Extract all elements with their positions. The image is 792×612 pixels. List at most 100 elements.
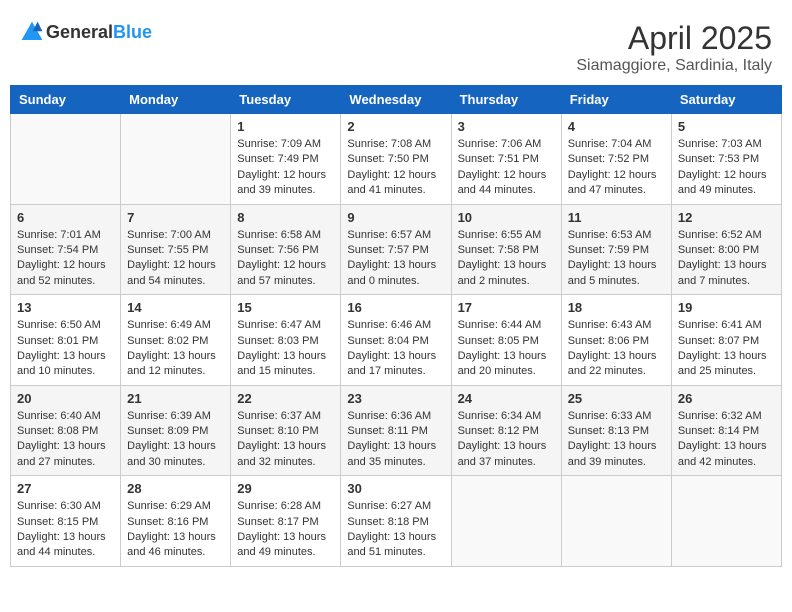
logo-blue-text: Blue [113,22,152,42]
cell-content: Sunrise: 7:01 AMSunset: 7:54 PMDaylight:… [17,228,114,290]
calendar-cell: 16 Sunrise: 6:46 AMSunset: 8:04 PMDayligh… [341,295,451,386]
calendar-cell: 26Sunrise: 6:32 AMSunset: 8:14 PMDayligh… [671,385,781,476]
cell-content: Sunrise: 7:03 AMSunset: 7:53 PMDaylight:… [678,137,775,199]
calendar-week-row: 6Sunrise: 7:01 AMSunset: 7:54 PMDaylight… [11,204,782,295]
cell-content: Sunrise: 6:41 AMSunset: 8:07 PMDaylight:… [678,318,775,380]
cell-content: Sunrise: 6:55 AMSunset: 7:58 PMDaylight:… [458,228,555,290]
calendar-cell: 24 Sunrise: 6:34 AMSunset: 8:12 PMDayligh… [451,385,561,476]
calendar-cell: 21Sunrise: 6:39 AMSunset: 8:09 PMDayligh… [121,385,231,476]
calendar-cell: 15Sunrise: 6:47 AMSunset: 8:03 PMDayligh… [231,295,341,386]
day-number: 5 [678,119,775,134]
calendar-cell: 30 Sunrise: 6:27 AMSunset: 8:18 PMDayligh… [341,476,451,567]
calendar-cell: 11 Sunrise: 6:53 AMSunset: 7:59 PMDayligh… [561,204,671,295]
day-number: 18 [568,300,665,315]
calendar-week-row: 20 Sunrise: 6:40 AMSunset: 8:08 PMDayligh… [11,385,782,476]
location-subtitle: Siamaggiore, Sardinia, Italy [576,57,772,75]
cell-content: Sunrise: 6:34 AMSunset: 8:12 PMDaylight:… [458,409,555,471]
calendar-cell: 12 Sunrise: 6:52 AMSunset: 8:00 PMDayligh… [671,204,781,295]
calendar-cell: 13 Sunrise: 6:50 AMSunset: 8:01 PMDayligh… [11,295,121,386]
day-number: 3 [458,119,555,134]
cell-content: Sunrise: 6:52 AMSunset: 8:00 PMDaylight:… [678,228,775,290]
weekday-header-monday: Monday [121,86,231,114]
calendar-cell: 22Sunrise: 6:37 AMSunset: 8:10 PMDayligh… [231,385,341,476]
calendar-cell: 9 Sunrise: 6:57 AMSunset: 7:57 PMDaylight… [341,204,451,295]
cell-content: Sunrise: 7:04 AMSunset: 7:52 PMDaylight:… [568,137,665,199]
day-number: 11 [568,210,665,225]
cell-content: Sunrise: 6:50 AMSunset: 8:01 PMDaylight:… [17,318,114,380]
cell-content: Sunrise: 6:53 AMSunset: 7:59 PMDaylight:… [568,228,665,290]
calendar-cell [451,476,561,567]
day-number: 10 [458,210,555,225]
day-number: 19 [678,300,775,315]
day-number: 12 [678,210,775,225]
month-year-title: April 2025 [576,20,772,57]
cell-content: Sunrise: 6:47 AMSunset: 8:03 PMDaylight:… [237,318,334,380]
calendar-cell: 20 Sunrise: 6:40 AMSunset: 8:08 PMDayligh… [11,385,121,476]
day-number: 16 [347,300,444,315]
day-number: 24 [458,391,555,406]
calendar-week-row: 1 Sunrise: 7:09 AMSunset: 7:49 PMDaylight… [11,114,782,205]
calendar-cell: 8 Sunrise: 6:58 AMSunset: 7:56 PMDaylight… [231,204,341,295]
calendar-cell [561,476,671,567]
day-number: 20 [17,391,114,406]
calendar-cell: 23 Sunrise: 6:36 AMSunset: 8:11 PMDayligh… [341,385,451,476]
cell-content: Sunrise: 6:28 AMSunset: 8:17 PMDaylight:… [237,499,334,561]
day-number: 27 [17,481,114,496]
calendar-cell [121,114,231,205]
day-number: 1 [237,119,334,134]
day-number: 29 [237,481,334,496]
cell-content: Sunrise: 6:46 AMSunset: 8:04 PMDaylight:… [347,318,444,380]
cell-content: Sunrise: 6:58 AMSunset: 7:56 PMDaylight:… [237,228,334,290]
calendar-cell: 17Sunrise: 6:44 AMSunset: 8:05 PMDayligh… [451,295,561,386]
calendar-cell: 14 Sunrise: 6:49 AMSunset: 8:02 PMDayligh… [121,295,231,386]
cell-content: Sunrise: 6:27 AMSunset: 8:18 PMDaylight:… [347,499,444,561]
day-number: 14 [127,300,224,315]
calendar-cell [11,114,121,205]
logo-general-text: General [46,22,113,42]
day-number: 8 [237,210,334,225]
logo-icon [20,20,44,44]
day-number: 13 [17,300,114,315]
day-number: 23 [347,391,444,406]
cell-content: Sunrise: 6:43 AMSunset: 8:06 PMDaylight:… [568,318,665,380]
calendar-cell: 28 Sunrise: 6:29 AMSunset: 8:16 PMDayligh… [121,476,231,567]
cell-content: Sunrise: 6:49 AMSunset: 8:02 PMDaylight:… [127,318,224,380]
day-number: 25 [568,391,665,406]
calendar-cell: 25 Sunrise: 6:33 AMSunset: 8:13 PMDayligh… [561,385,671,476]
calendar-cell: 1 Sunrise: 7:09 AMSunset: 7:49 PMDaylight… [231,114,341,205]
calendar-cell: 3Sunrise: 7:06 AMSunset: 7:51 PMDaylight… [451,114,561,205]
calendar-table: SundayMondayTuesdayWednesdayThursdayFrid… [10,85,782,567]
day-number: 4 [568,119,665,134]
cell-content: Sunrise: 6:29 AMSunset: 8:16 PMDaylight:… [127,499,224,561]
calendar-week-row: 27 Sunrise: 6:30 AMSunset: 8:15 PMDayligh… [11,476,782,567]
logo: GeneralBlue [20,20,152,44]
cell-content: Sunrise: 6:30 AMSunset: 8:15 PMDaylight:… [17,499,114,561]
day-number: 22 [237,391,334,406]
day-number: 9 [347,210,444,225]
calendar-cell [671,476,781,567]
title-block: April 2025 Siamaggiore, Sardinia, Italy [576,20,772,75]
cell-content: Sunrise: 6:40 AMSunset: 8:08 PMDaylight:… [17,409,114,471]
calendar-cell: 6Sunrise: 7:01 AMSunset: 7:54 PMDaylight… [11,204,121,295]
calendar-cell: 4 Sunrise: 7:04 AMSunset: 7:52 PMDaylight… [561,114,671,205]
calendar-cell: 7Sunrise: 7:00 AMSunset: 7:55 PMDaylight… [121,204,231,295]
calendar-cell: 27 Sunrise: 6:30 AMSunset: 8:15 PMDayligh… [11,476,121,567]
weekday-header-row: SundayMondayTuesdayWednesdayThursdayFrid… [11,86,782,114]
cell-content: Sunrise: 6:36 AMSunset: 8:11 PMDaylight:… [347,409,444,471]
weekday-header-friday: Friday [561,86,671,114]
day-number: 30 [347,481,444,496]
weekday-header-thursday: Thursday [451,86,561,114]
cell-content: Sunrise: 7:08 AMSunset: 7:50 PMDaylight:… [347,137,444,199]
weekday-header-sunday: Sunday [11,86,121,114]
calendar-cell: 10 Sunrise: 6:55 AMSunset: 7:58 PMDayligh… [451,204,561,295]
day-number: 28 [127,481,224,496]
day-number: 7 [127,210,224,225]
cell-content: Sunrise: 6:57 AMSunset: 7:57 PMDaylight:… [347,228,444,290]
weekday-header-tuesday: Tuesday [231,86,341,114]
cell-content: Sunrise: 7:09 AMSunset: 7:49 PMDaylight:… [237,137,334,199]
calendar-cell: 19 Sunrise: 6:41 AMSunset: 8:07 PMDayligh… [671,295,781,386]
day-number: 17 [458,300,555,315]
cell-content: Sunrise: 6:33 AMSunset: 8:13 PMDaylight:… [568,409,665,471]
day-number: 2 [347,119,444,134]
calendar-cell: 2 Sunrise: 7:08 AMSunset: 7:50 PMDaylight… [341,114,451,205]
